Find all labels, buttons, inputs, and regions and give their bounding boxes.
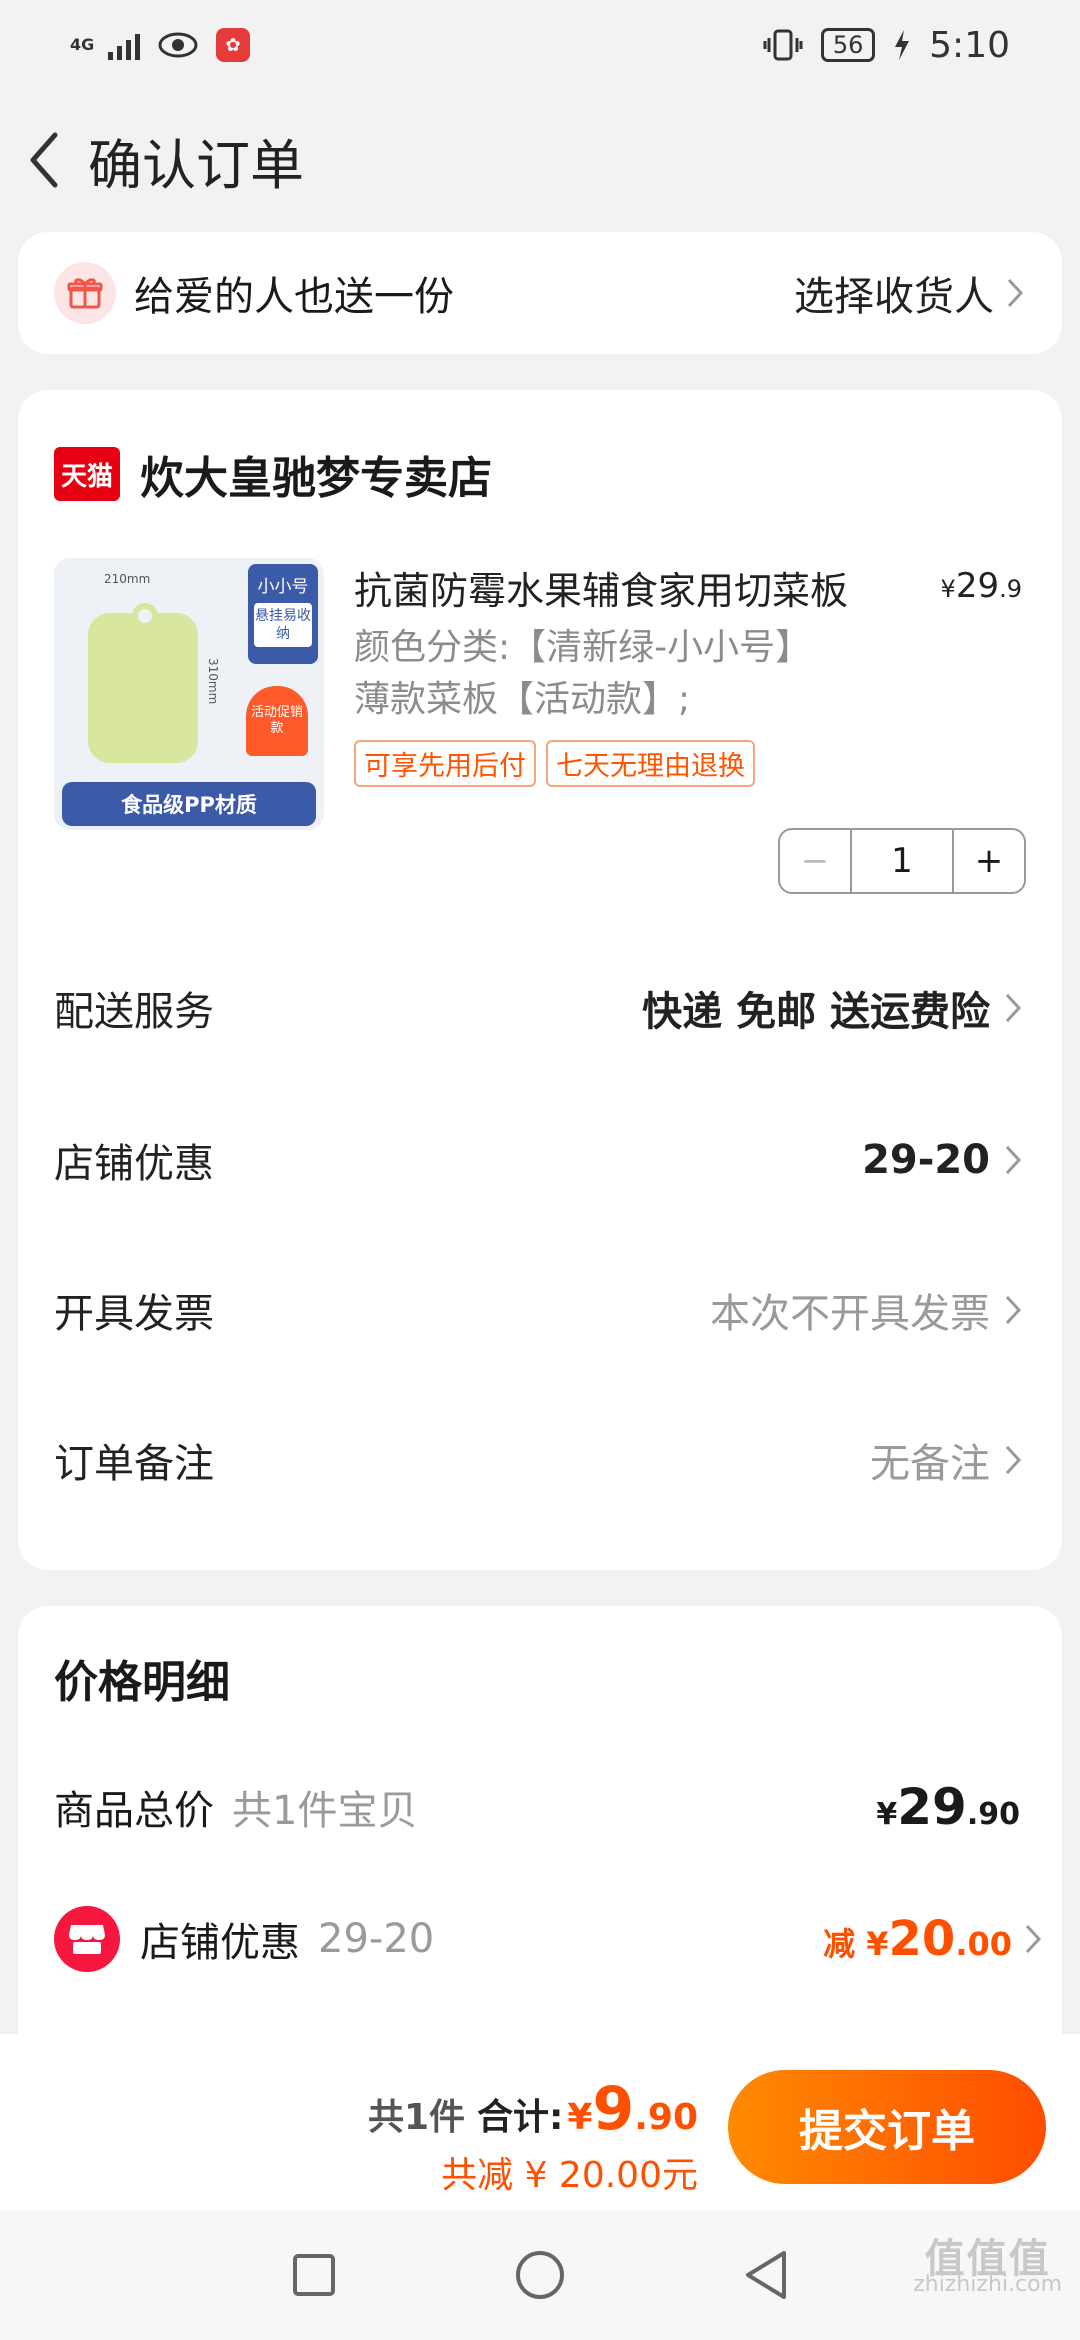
delivery-value-wrap: 快递 免邮 送运费险 (642, 979, 1024, 1037)
delivery-row[interactable]: 配送服务 快递 免邮 送运费险 (54, 968, 1024, 1048)
back-icon[interactable] (18, 125, 68, 195)
watermark: 值值值 zhizhizhi.com (913, 2236, 1062, 2298)
product-spec-line2[interactable]: 薄款菜板【活动款】; (354, 674, 914, 726)
app-notification-icon: ✿ (216, 28, 250, 62)
product-price: ¥29.9 (940, 566, 1022, 606)
submit-order-button[interactable]: 提交订单 (728, 2070, 1046, 2184)
gift-icon (54, 262, 116, 324)
status-left: 4G ✿ (70, 28, 250, 62)
shop-discount-detail-rule: 29-20 (318, 1916, 435, 1962)
charging-icon (895, 30, 910, 60)
shop-discount-value: 29-20 (862, 1137, 990, 1183)
sum-label: 合计: (477, 2097, 564, 2138)
page-title: 确认订单 (88, 133, 304, 197)
shop-discount-row[interactable]: 店铺优惠 29-20 (54, 1120, 1024, 1200)
back-nav-icon[interactable] (738, 2247, 794, 2303)
width-mark: 210mm (104, 572, 151, 586)
material-band: 食品级PP材质 (62, 782, 316, 826)
product-title[interactable]: 抗菌防霉水果辅食家用切菜板 (354, 560, 848, 615)
invoice-label: 开具发票 (54, 1291, 214, 1337)
price-detail-title: 价格明细 (54, 1657, 230, 1708)
promo-badge: 活动促销款 (246, 686, 308, 756)
order-total: 共1件 合计: ¥9.90 (367, 2074, 698, 2144)
network-type: 4G (70, 35, 95, 54)
home-icon[interactable] (512, 2247, 568, 2303)
invoice-row[interactable]: 开具发票 本次不开具发票 (54, 1270, 1024, 1350)
order-note-value: 无备注 (870, 1441, 990, 1487)
order-card: 天猫 炊大皇驰梦专卖店 210mm 310mm 小小号 悬挂易收纳 活动促销款 … (18, 390, 1062, 1570)
tag-pay-later: 可享先用后付 (354, 740, 536, 787)
app-header: 确认订单 (0, 110, 1080, 210)
saved-amount: 共减 ¥ 20.00元 (441, 2155, 698, 2196)
increase-button[interactable]: + (952, 830, 1024, 892)
choose-recipient-label: 选择收货人 (794, 274, 994, 320)
item-count-total: 共1件 (367, 2097, 465, 2138)
decrease-button[interactable]: − (780, 830, 852, 892)
shop-discount-label: 店铺优惠 (54, 1141, 214, 1187)
status-bar: 4G ✿ 56 5:10 (0, 0, 1080, 90)
battery-icon: 56 (821, 28, 876, 62)
status-right: 56 5:10 (763, 25, 1010, 66)
vibrate-icon (763, 29, 803, 61)
tmall-logo: 天猫 (54, 447, 120, 501)
eye-icon (158, 32, 198, 58)
chevron-right-icon (1005, 1145, 1022, 1175)
choose-recipient-button[interactable]: 选择收货人 (794, 264, 1026, 322)
total-price-row: 商品总价 共1件宝贝 ¥29.90 (54, 1778, 1044, 1836)
chevron-right-icon (1005, 1295, 1022, 1325)
delivery-label: 配送服务 (54, 989, 214, 1035)
chevron-right-icon (1005, 1445, 1022, 1475)
watermark-site: zhizhizhi.com (913, 2272, 1062, 2297)
size-label: 小小号 (257, 577, 309, 597)
product-image[interactable]: 210mm 310mm 小小号 悬挂易收纳 活动促销款 食品级PP材质 (54, 558, 324, 830)
chevron-right-icon (1005, 993, 1022, 1023)
hang-label: 悬挂易收纳 (254, 603, 312, 647)
service-tags: 可享先用后付 七天无理由退换 (354, 740, 755, 787)
product-spec-line1[interactable]: 颜色分类:【清新绿-小小号】 (354, 622, 914, 674)
shop-name: 炊大皇驰梦专卖店 (140, 453, 492, 504)
shop-discount-amount: 减 ¥20.00 (823, 1911, 1044, 1967)
total-price-left: 商品总价 共1件宝贝 (54, 1778, 417, 1836)
height-mark: 310mm (206, 658, 220, 705)
gift-text: 给爱的人也送一份 (134, 274, 454, 320)
order-note-value-wrap: 无备注 (870, 1431, 1024, 1489)
shop-header[interactable]: 天猫 炊大皇驰梦专卖店 (54, 442, 492, 506)
sum-value: 9 (592, 2074, 635, 2144)
clock: 5:10 (929, 24, 1010, 66)
shop-discount-detail-row[interactable]: 店铺优惠 29-20 减 ¥20.00 (54, 1906, 1044, 1972)
item-count: 共1件宝贝 (232, 1788, 418, 1834)
gift-card[interactable]: 给爱的人也送一份 选择收货人 (18, 232, 1062, 354)
quantity-value[interactable]: 1 (852, 830, 952, 892)
size-badge: 小小号 悬挂易收纳 (248, 564, 318, 664)
total-price-label: 商品总价 (54, 1788, 214, 1834)
delivery-value: 快递 免邮 送运费险 (642, 989, 990, 1035)
shop-discount-value-wrap: 29-20 (862, 1137, 1024, 1183)
order-note-row[interactable]: 订单备注 无备注 (54, 1420, 1024, 1500)
invoice-value: 本次不开具发票 (710, 1291, 990, 1337)
shop-discount-detail-label: 店铺优惠 (140, 1920, 300, 1966)
order-note-label: 订单备注 (54, 1441, 214, 1487)
price-detail-card: 价格明细 商品总价 共1件宝贝 ¥29.90 店铺优惠 29-20 减 ¥20.… (18, 1606, 1062, 2046)
chevron-right-icon (1025, 1924, 1042, 1954)
quantity-stepper: − 1 + (778, 828, 1026, 894)
chevron-right-icon (1007, 278, 1024, 308)
signal-icon (108, 30, 140, 60)
shop-discount-detail-left: 店铺优惠 29-20 (54, 1906, 434, 1972)
shop-icon (54, 1906, 120, 1972)
invoice-value-wrap: 本次不开具发票 (710, 1281, 1024, 1339)
tag-free-return: 七天无理由退换 (546, 740, 755, 787)
recents-icon[interactable] (286, 2247, 342, 2303)
total-price-value: ¥29.90 (876, 1778, 1020, 1836)
watermark-brand: 值值值 (924, 2236, 1051, 2282)
cutting-board-shape (88, 603, 198, 763)
